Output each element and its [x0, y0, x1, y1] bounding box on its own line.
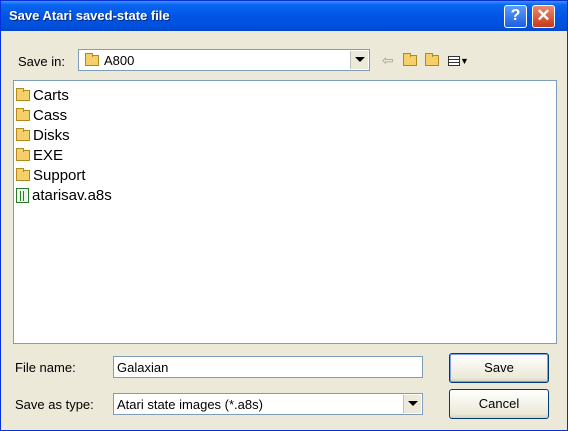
- save-in-dropdown[interactable]: A800: [78, 49, 370, 71]
- file-name: Support: [33, 166, 86, 184]
- file-name-label: File name:: [15, 360, 76, 375]
- list-item[interactable]: EXE: [16, 145, 63, 165]
- back-arrow-icon[interactable]: ⇦: [382, 52, 394, 69]
- save-button[interactable]: Save: [449, 353, 549, 383]
- save-as-type-dropdown[interactable]: Atari state images (*.a8s): [113, 393, 423, 415]
- file-name: Carts: [33, 86, 69, 104]
- close-button[interactable]: ✕: [532, 5, 555, 28]
- new-folder-icon[interactable]: [425, 52, 439, 67]
- folder-icon: [16, 107, 30, 121]
- view-menu-icon[interactable]: ▼: [448, 52, 470, 67]
- title-bar[interactable]: Save Atari saved-state file ? ✕: [1, 1, 567, 31]
- help-button[interactable]: ?: [504, 5, 527, 28]
- save-dialog: Save Atari saved-state file ? ✕ Save in:…: [0, 0, 568, 431]
- save-in-value: A800: [104, 53, 135, 68]
- chevron-down-icon[interactable]: [350, 51, 368, 69]
- cancel-button[interactable]: Cancel: [449, 389, 549, 419]
- save-as-type-value: Atari state images (*.a8s): [117, 397, 263, 412]
- file-name: Disks: [33, 126, 70, 144]
- folder-icon: [16, 87, 30, 101]
- folder-icon: [16, 127, 30, 141]
- file-name-value: Galaxian: [117, 360, 169, 375]
- file-name: atarisav.a8s: [32, 186, 112, 204]
- list-item[interactable]: Cass: [16, 105, 67, 125]
- list-item[interactable]: Carts: [16, 85, 69, 105]
- file-name: Cass: [33, 106, 68, 124]
- list-item[interactable]: atarisav.a8s: [16, 185, 112, 205]
- save-in-label: Save in:: [18, 54, 65, 69]
- file-name: EXE: [33, 146, 64, 164]
- file-name-input[interactable]: Galaxian: [113, 356, 423, 378]
- chevron-down-icon[interactable]: [403, 395, 421, 413]
- save-as-type-label: Save as type:: [15, 397, 94, 412]
- atari-file-icon: [16, 187, 29, 203]
- folder-icon: [16, 167, 30, 181]
- folder-icon: [85, 53, 99, 66]
- list-item[interactable]: Support: [16, 165, 86, 185]
- dialog-title: Save Atari saved-state file: [9, 8, 170, 23]
- file-list[interactable]: Carts Cass Disks EXE Support atarisav.a8…: [13, 80, 557, 344]
- list-item[interactable]: Disks: [16, 125, 70, 145]
- folder-icon: [16, 147, 30, 161]
- up-folder-icon[interactable]: [403, 52, 417, 67]
